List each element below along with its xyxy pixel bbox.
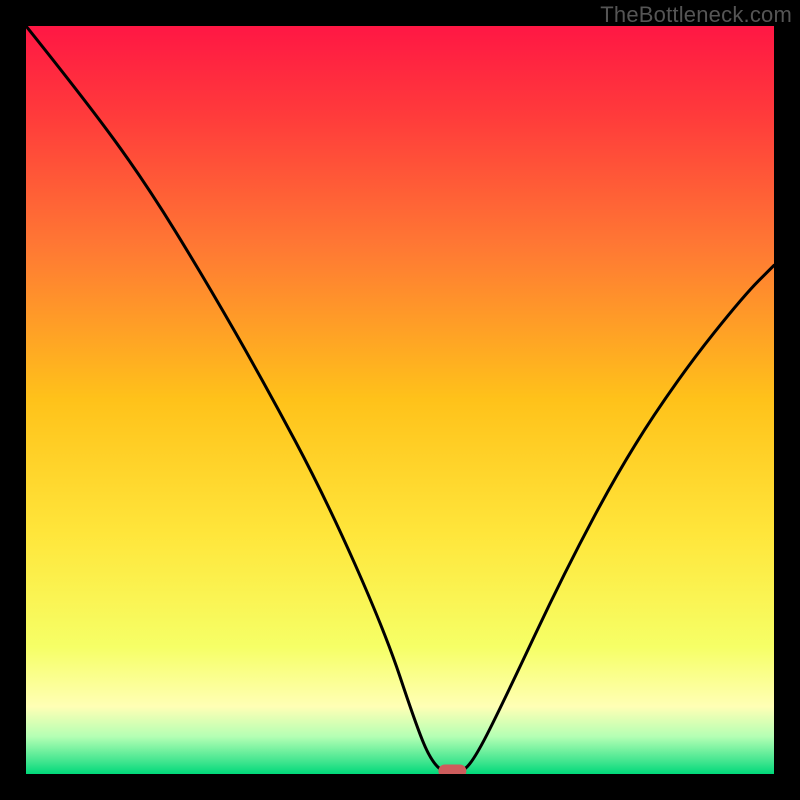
- bottleneck-chart: [26, 26, 774, 774]
- watermark-text: TheBottleneck.com: [600, 2, 792, 28]
- chart-canvas: [26, 26, 774, 774]
- optimal-marker: [438, 765, 466, 775]
- gradient-background: [26, 26, 774, 774]
